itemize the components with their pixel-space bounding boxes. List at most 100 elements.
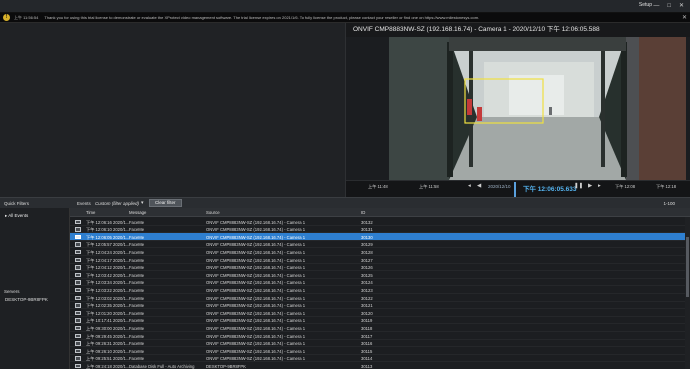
cell-time: 下午 12:02:35 2020/1...	[86, 303, 130, 309]
table-row[interactable]: 下午 12:03:42 2020/1... FaceMe ONVIF CMP8883…	[70, 271, 690, 279]
table-row[interactable]: 下午 12:04:12 2020/1... FaceMe ONVIF CMP8883…	[70, 264, 690, 272]
empty-view-pane	[0, 23, 346, 197]
play-forward-icon[interactable]: ▶	[588, 183, 592, 189]
event-image-icon	[75, 257, 81, 262]
cell-id: 30129	[361, 242, 373, 248]
table-row[interactable]: 上午 09:26:10 2020/1... FaceMe ONVIF CMP8883…	[70, 347, 690, 355]
step-forward-icon[interactable]: ▸	[598, 183, 601, 189]
column-header-time[interactable]: Time	[86, 210, 95, 215]
playback-timeline[interactable]: 上午 11:48 上午 11:58 下午 12:08 下午 12:18 ◂ ◀ …	[346, 180, 690, 197]
timeline-tick: 上午 11:48	[368, 184, 388, 189]
cell-source: ONVIF CMP8883NW-SZ (192.168.16.74) - Cam…	[206, 356, 306, 362]
column-header-message[interactable]: Message	[129, 210, 146, 215]
license-notice-bar: ! 上午 11:56:54 Thank you for using this t…	[0, 13, 690, 23]
table-row[interactable]: 下午 12:04:17 2020/1... FaceMe ONVIF CMP8883…	[70, 256, 690, 264]
cell-id: 30118	[361, 325, 373, 331]
table-row[interactable]: 下午 12:03:22 2020/1... FaceMe ONVIF CMP8883…	[70, 286, 690, 295]
table-row[interactable]: 下午 12:03:02 2020/1... FaceMe ONVIF CMP8883…	[70, 294, 690, 302]
table-row[interactable]: 下午 12:06:05 2020/1... FaceMe ONVIF CMP8883…	[70, 233, 690, 241]
table-row[interactable]: 下午 12:03:34 2020/1... FaceMe ONVIF CMP8883…	[70, 279, 690, 287]
table-row[interactable]: 上午 09:25:51 2020/1... FaceMe ONVIF CMP8883…	[70, 355, 690, 363]
cell-id: 30122	[361, 295, 373, 301]
chevron-down-icon[interactable]: ▾	[141, 200, 144, 206]
quick-filters-panel: ▸ All Events Servers DESKTOP-9BR8FPK	[0, 208, 70, 369]
cell-message: FaceMe	[129, 234, 145, 240]
table-row[interactable]: 上午 09:24:18 2020/1... Database Disk Full …	[70, 362, 690, 369]
cell-message: FaceMe	[129, 325, 145, 331]
event-image-icon	[75, 219, 81, 224]
cell-id: 30121	[361, 303, 373, 309]
maximize-icon[interactable]: □	[667, 2, 671, 10]
cell-id: 30115	[361, 348, 373, 354]
event-image-icon	[75, 272, 81, 278]
step-back-icon[interactable]: ◂	[468, 183, 471, 189]
table-row[interactable]: 下午 12:01:20 2020/1... FaceMe ONVIF CMP8883…	[70, 309, 690, 317]
table-row[interactable]: 下午 12:06:16 2020/1... FaceMe ONVIF CMP8883…	[70, 218, 690, 226]
column-header-id[interactable]: ID	[361, 210, 365, 215]
timeline-tick: 下午 12:18	[656, 184, 677, 189]
table-row[interactable]: 下午 12:02:35 2020/1... FaceMe ONVIF CMP8883…	[70, 302, 690, 310]
cell-message: FaceMe	[129, 242, 145, 248]
camera-scene-image	[389, 37, 686, 180]
cell-source: ONVIF CMP8883NW-SZ (192.168.16.74) - Cam…	[206, 325, 306, 331]
event-image-icon	[75, 234, 81, 240]
minimize-icon[interactable]: —	[653, 2, 659, 10]
cell-source: ONVIF CMP8883NW-SZ (192.168.16.74) - Cam…	[206, 227, 306, 233]
cell-id: 30132	[361, 219, 373, 225]
cell-time: 上午 09:30:00 2020/1...	[86, 325, 130, 331]
cell-message: FaceMe	[129, 280, 145, 286]
notice-text: Thank you for using this trial license t…	[44, 15, 480, 20]
cell-time: 下午 12:05:57 2020/1...	[86, 242, 130, 248]
server-item[interactable]: DESKTOP-9BR8FPK	[5, 297, 48, 302]
event-image-icon	[75, 325, 81, 331]
warning-icon: !	[3, 14, 10, 21]
table-row[interactable]: 上午 10:17:41 2020/1... FaceMe ONVIF CMP8883…	[70, 317, 690, 325]
notice-close-icon[interactable]: ✕	[682, 14, 687, 21]
event-image-icon	[75, 280, 81, 285]
cell-time: 下午 12:03:42 2020/1...	[86, 272, 130, 278]
current-playback-time: 下午 12:06:05.633	[523, 186, 577, 193]
scrollbar-thumb[interactable]	[686, 237, 689, 297]
close-icon[interactable]: ✕	[679, 2, 684, 10]
play-reverse-icon[interactable]: ◀	[477, 183, 481, 189]
event-image-icon	[75, 287, 81, 293]
table-row[interactable]: 上午 09:29:45 2020/1... FaceMe ONVIF CMP8883…	[70, 332, 690, 340]
events-tab[interactable]: Events	[77, 201, 91, 206]
timeline-playhead[interactable]	[514, 182, 516, 197]
event-image-icon	[75, 295, 81, 300]
cell-time: 下午 12:01:20 2020/1...	[86, 310, 130, 316]
cell-message: FaceMe	[129, 341, 145, 347]
cell-message: FaceMe	[129, 265, 145, 271]
cell-id: 30126	[361, 265, 373, 271]
table-row[interactable]: 上午 09:26:31 2020/1... FaceMe ONVIF CMP8883…	[70, 340, 690, 348]
table-row[interactable]: 下午 12:04:24 2020/1... FaceMe ONVIF CMP8883…	[70, 248, 690, 257]
cell-id: 30127	[361, 257, 373, 263]
cell-time: 下午 12:06:10 2020/1...	[86, 227, 130, 233]
title-bar: Setup — □ ✕	[0, 0, 690, 13]
clear-filter-button[interactable]: Clear filter	[149, 199, 182, 207]
cell-time: 下午 12:04:17 2020/1...	[86, 257, 130, 263]
event-image-icon	[75, 348, 81, 354]
quick-filter-all-events[interactable]: ▸ All Events	[5, 213, 28, 219]
camera-video-frame[interactable]	[389, 37, 686, 180]
table-scrollbar[interactable]	[685, 217, 690, 369]
table-row[interactable]: 上午 09:30:00 2020/1... FaceMe ONVIF CMP8883…	[70, 324, 690, 333]
cell-source: ONVIF CMP8883NW-SZ (192.168.16.74) - Cam…	[206, 295, 306, 301]
events-table: Time Message Source ID 下午 12:06:16 2020/…	[70, 208, 690, 369]
table-row[interactable]: 下午 12:06:10 2020/1... FaceMe ONVIF CMP8883…	[70, 226, 690, 234]
events-toolbar: Quick Filters Events Custom (filter appl…	[0, 197, 690, 208]
column-header-source[interactable]: Source	[206, 210, 220, 215]
table-row[interactable]: 下午 12:05:57 2020/1... FaceMe ONVIF CMP8883…	[70, 241, 690, 249]
event-image-icon	[75, 242, 81, 247]
cell-source: ONVIF CMP8883NW-SZ (192.168.16.74) - Cam…	[206, 234, 306, 240]
filter-label[interactable]: Custom (filter applied)	[95, 201, 139, 206]
cell-time: 上午 10:17:41 2020/1...	[86, 318, 130, 324]
cell-message: FaceMe	[129, 257, 145, 263]
timeline-tick: 上午 11:58	[419, 184, 439, 189]
pause-icon[interactable]: ❚❚	[574, 183, 583, 189]
cell-source: ONVIF CMP8883NW-SZ (192.168.16.74) - Cam…	[206, 333, 306, 339]
cell-source: ONVIF CMP8883NW-SZ (192.168.16.74) - Cam…	[206, 348, 306, 354]
cell-message: FaceMe	[129, 287, 145, 293]
cell-id: 30131	[361, 227, 373, 233]
setup-button[interactable]: Setup	[639, 2, 652, 8]
